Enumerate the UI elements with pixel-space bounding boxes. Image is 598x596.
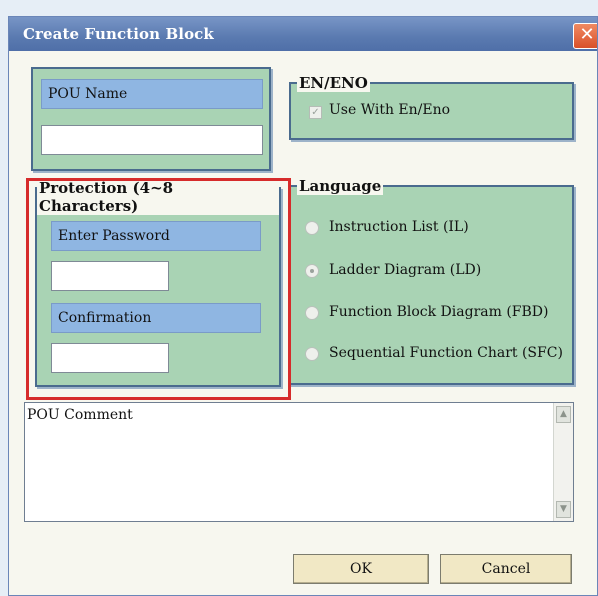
language-title: Language [297,177,384,195]
radio-icon [305,347,319,361]
language-option-label: Sequential Function Chart (SFC) [329,345,563,361]
radio-selected-icon [305,264,319,278]
use-with-en-eno-label: Use With En/Eno [329,102,451,118]
en-eno-group: EN/ENO ✓ Use With En/Eno [289,74,574,140]
use-with-en-eno-checkbox[interactable]: ✓ [309,106,322,119]
cancel-button[interactable]: Cancel [440,554,572,584]
pou-name-label: POU Name [41,79,263,109]
pou-name-group: POU Name [31,67,271,171]
en-eno-title: EN/ENO [297,74,370,92]
language-option-label: Instruction List (IL) [329,219,469,235]
checkmark-icon: ✓ [311,107,320,118]
scroll-up-icon[interactable]: ▲ [556,406,571,423]
language-option-label: Ladder Diagram (LD) [329,262,482,278]
ok-button[interactable]: OK [293,554,429,584]
dialog-title: Create Function Block [23,25,214,43]
pou-name-input[interactable] [41,125,263,155]
pou-comment-textarea[interactable]: POU Comment ▲ ▼ [24,402,574,522]
pou-comment-text: POU Comment [27,407,133,423]
language-group: Language Instruction List (IL) Ladder Di… [289,177,574,385]
radio-icon [305,306,319,320]
comment-scrollbar[interactable]: ▲ ▼ [553,403,573,521]
scroll-down-icon[interactable]: ▼ [556,501,571,518]
close-button[interactable]: ✕ [573,23,597,49]
title-bar[interactable]: Create Function Block ✕ [9,17,597,51]
create-function-block-dialog: Create Function Block ✕ POU Name EN/ENO … [8,16,598,596]
language-option-label: Function Block Diagram (FBD) [329,304,549,320]
radio-icon [305,221,319,235]
close-icon: ✕ [579,24,595,45]
protection-highlight-frame [26,178,291,400]
